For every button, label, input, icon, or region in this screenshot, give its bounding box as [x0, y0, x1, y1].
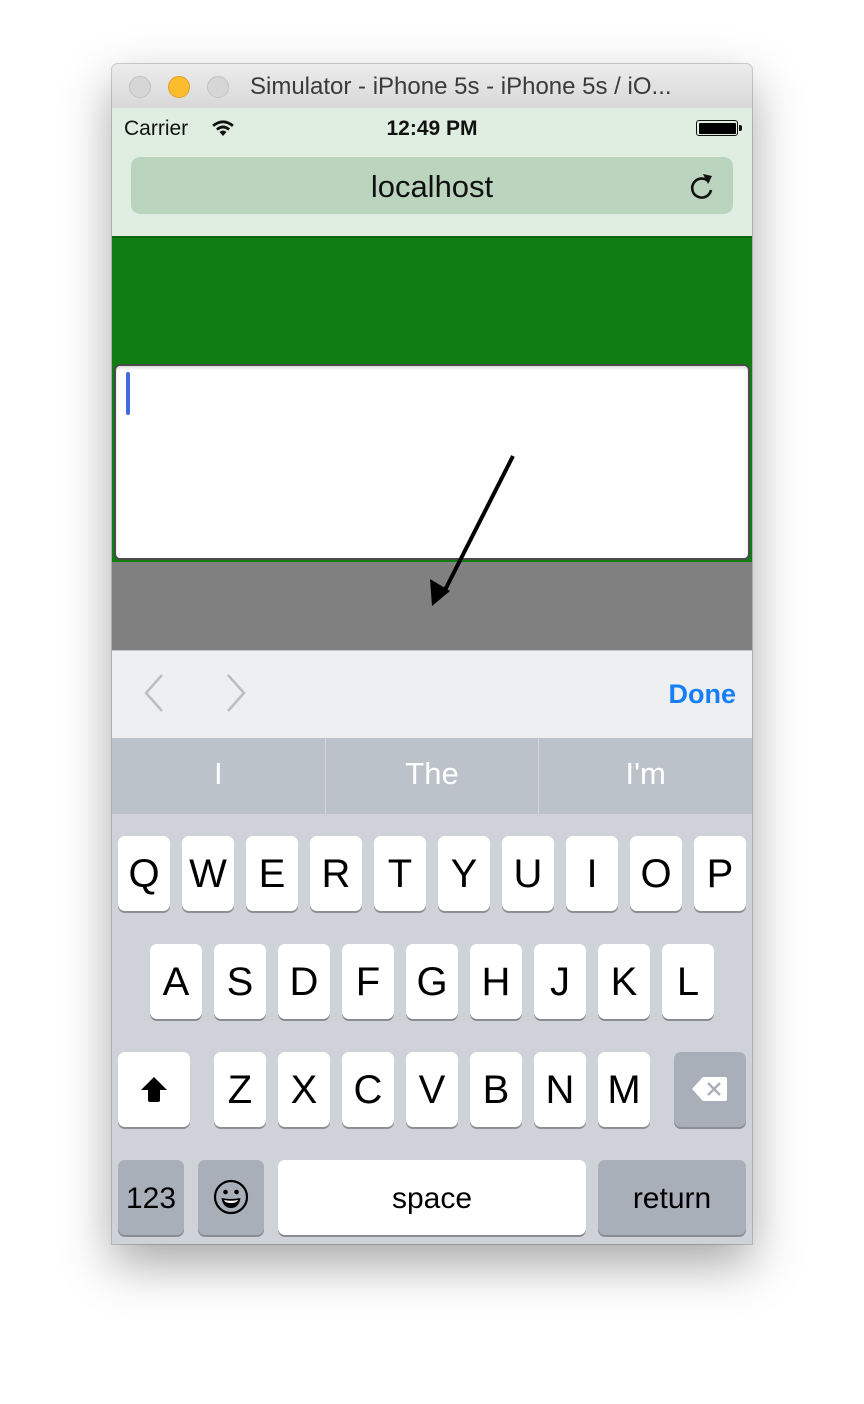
chevron-right-icon[interactable] [224, 673, 248, 718]
key-g[interactable]: G [406, 944, 458, 1019]
text-caret [126, 372, 130, 415]
zoom-window-button[interactable] [207, 76, 229, 98]
title-bar: Simulator - iPhone 5s - iPhone 5s / iO..… [112, 64, 752, 109]
emoji-icon [213, 1180, 249, 1215]
emoji-key[interactable] [198, 1160, 264, 1235]
key-q[interactable]: Q [118, 836, 170, 911]
key-o[interactable]: O [630, 836, 682, 911]
page-footer-block [112, 562, 752, 650]
done-button[interactable]: Done [669, 679, 737, 710]
key-y[interactable]: Y [438, 836, 490, 911]
key-k[interactable]: K [598, 944, 650, 1019]
key-t[interactable]: T [374, 836, 426, 911]
minimize-window-button[interactable] [168, 76, 190, 98]
window-title: Simulator - iPhone 5s - iPhone 5s / iO..… [250, 73, 672, 100]
key-f[interactable]: F [342, 944, 394, 1019]
delete-key[interactable] [674, 1052, 746, 1127]
close-window-button[interactable] [129, 76, 151, 98]
key-v[interactable]: V [406, 1052, 458, 1127]
key-u[interactable]: U [502, 836, 554, 911]
key-z[interactable]: Z [214, 1052, 266, 1127]
browser-chrome: localhost [112, 148, 752, 236]
status-time: 12:49 PM [386, 117, 478, 140]
key-m[interactable]: M [598, 1052, 650, 1127]
backspace-icon [692, 1077, 727, 1102]
simulator-window: Simulator - iPhone 5s - iPhone 5s / iO..… [112, 64, 752, 1244]
battery-icon [696, 120, 742, 136]
key-r[interactable]: R [310, 836, 362, 911]
chevron-left-icon[interactable] [142, 673, 166, 718]
key-b[interactable]: B [470, 1052, 522, 1127]
key-p[interactable]: P [694, 836, 746, 911]
key-d[interactable]: D [278, 944, 330, 1019]
predictive-bar: I The I'm [112, 738, 752, 814]
keyboard-accessory-bar: Done [112, 650, 752, 739]
suggestion-item[interactable]: I'm [539, 738, 752, 814]
ios-status-bar: Carrier 12:49 PM [112, 108, 752, 148]
key-x[interactable]: X [278, 1052, 330, 1127]
key-a[interactable]: A [150, 944, 202, 1019]
key-h[interactable]: H [470, 944, 522, 1019]
key-l[interactable]: L [662, 944, 714, 1019]
suggestion-item[interactable]: I [112, 738, 326, 814]
text-area[interactable] [114, 364, 750, 560]
space-key[interactable]: space [278, 1160, 586, 1235]
shift-key[interactable] [118, 1052, 190, 1127]
key-w[interactable]: W [182, 836, 234, 911]
keyboard: Q W E R T Y U I O P A S D F G H J K L Z … [112, 814, 752, 1244]
reload-icon[interactable] [687, 170, 717, 207]
key-n[interactable]: N [534, 1052, 586, 1127]
key-i[interactable]: I [566, 836, 618, 911]
key-j[interactable]: J [534, 944, 586, 1019]
address-bar[interactable]: localhost [131, 157, 733, 214]
key-e[interactable]: E [246, 836, 298, 911]
key-c[interactable]: C [342, 1052, 394, 1127]
return-key[interactable]: return [598, 1160, 746, 1235]
key-s[interactable]: S [214, 944, 266, 1019]
url-text: localhost [370, 169, 494, 204]
suggestion-item[interactable]: The [326, 738, 540, 814]
shift-icon [141, 1077, 167, 1103]
numbers-key[interactable]: 123 [118, 1160, 184, 1235]
